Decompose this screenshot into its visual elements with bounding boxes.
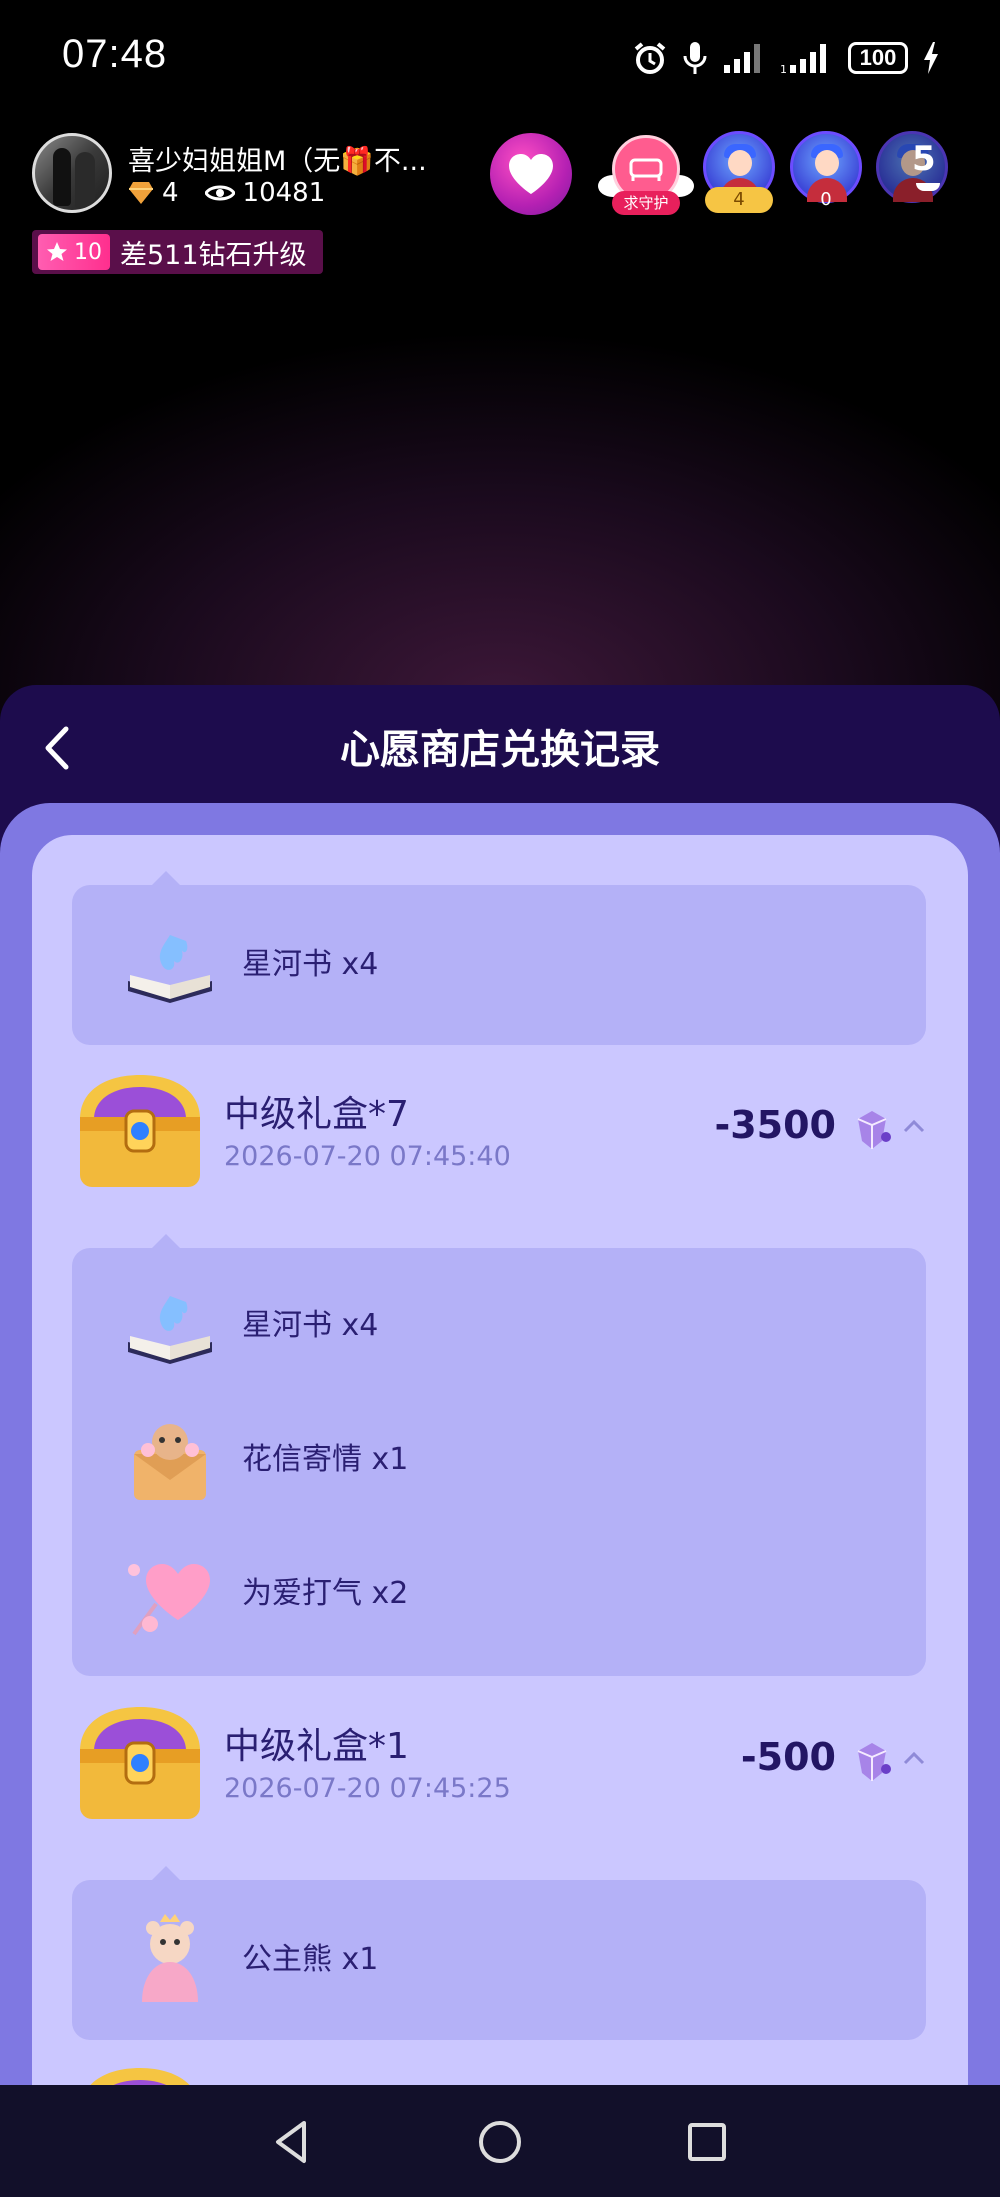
- online-count[interactable]: 5: [912, 139, 936, 179]
- flower-letter-icon: [134, 1424, 206, 1500]
- record-list[interactable]: 星河书 x4 中级礼盒*7 2026-07-20 07:45:40 -3500 …: [32, 835, 968, 2085]
- recent-apps-square-icon[interactable]: [682, 2117, 732, 2167]
- clock: 07:48: [62, 32, 168, 76]
- record-row[interactable]: 中级礼盒*7 2026-07-20 07:45:40 -3500: [72, 1067, 926, 1207]
- upgrade-text: 差511钻石升级: [120, 239, 307, 271]
- host-view-count: 10481: [242, 178, 326, 208]
- level-tag: 10: [38, 234, 110, 270]
- chevron-up-icon[interactable]: [902, 1749, 926, 1767]
- record-amount: -3500: [714, 1103, 836, 1147]
- follow-heart-button[interactable]: [490, 133, 572, 215]
- record-name: 中级礼盒*1: [224, 1726, 409, 1767]
- status-bar: 07:48 1 100: [0, 0, 1000, 115]
- record-date: 2026-07-20 07:45:25: [224, 1773, 511, 1804]
- host-stats: 4 10481: [128, 178, 325, 208]
- record-name: 中级礼盒*7: [224, 1094, 409, 1135]
- item-label: 星河书 x4: [242, 1308, 379, 1343]
- guard-badge[interactable]: 求守护: [598, 135, 694, 221]
- record-panel: 星河书 x4 中级礼盒*7 2026-07-20 07:45:40 -3500 …: [0, 803, 1000, 2085]
- screen: { "status_bar": {"time": "07:48", "batte…: [0, 0, 1000, 2197]
- back-triangle-icon[interactable]: [268, 2117, 318, 2167]
- love-balloon-icon: [128, 1564, 210, 1636]
- star-river-book-icon: [128, 935, 212, 1003]
- item-label: 为爱打气 x2: [242, 1576, 409, 1611]
- record-row[interactable]: 中级礼盒*1 2026-07-20 07:45:25 -500: [72, 1699, 926, 1839]
- gift-chest-icon: [80, 1075, 200, 1187]
- item-label: 花信寄情 x1: [242, 1442, 409, 1477]
- purple-gem-icon: [857, 1111, 891, 1149]
- princess-bear-icon: [142, 1914, 198, 2002]
- gift-chest-icon: [90, 2068, 190, 2085]
- charging-icon: [924, 42, 938, 74]
- system-navigation-bar: [0, 2085, 1000, 2197]
- record-date: 2026-07-20 07:45:40: [224, 1141, 511, 1172]
- viewer-count: 0: [820, 189, 832, 210]
- list-item: 花信寄情 x1: [120, 1410, 820, 1510]
- signal-icon-2: 1: [780, 44, 826, 75]
- item-label: 星河书 x4: [242, 947, 379, 982]
- diamond-icon: [129, 182, 153, 204]
- level-badge[interactable]: 10 差511钻石升级: [32, 230, 323, 274]
- chevron-up-icon[interactable]: [902, 1117, 926, 1135]
- item-label: 公主熊 x1: [242, 1942, 379, 1977]
- sheet-title: 心愿商店兑换记录: [340, 727, 660, 773]
- list-item: 星河书 x4: [120, 915, 820, 1015]
- battery-indicator: 100: [848, 42, 908, 74]
- purple-gem-icon: [857, 1743, 891, 1781]
- gift-chest-icon: [80, 1707, 200, 1819]
- host-diamond-count: 4: [162, 178, 179, 208]
- status-icons: 1 100: [632, 36, 940, 80]
- viewer-count: 4: [705, 187, 773, 213]
- star-river-book-icon: [128, 1296, 212, 1364]
- record-items-panel: 星河书 x4: [72, 871, 926, 1045]
- guard-label: 求守护: [612, 191, 680, 215]
- record-amount: -500: [740, 1735, 836, 1779]
- alarm-icon: [634, 42, 666, 74]
- list-item: 公主熊 x1: [120, 1910, 820, 2010]
- star-icon: [47, 242, 67, 261]
- list-item: 星河书 x4: [120, 1276, 820, 1376]
- home-circle-icon[interactable]: [475, 2117, 525, 2167]
- host-level: 10: [74, 239, 102, 265]
- eye-icon: [204, 185, 235, 201]
- heart-icon: [509, 154, 553, 194]
- svg-text:1: 1: [780, 63, 787, 75]
- exchange-record-sheet: 心愿商店兑换记录 星河书 x4 中级礼盒*7 2026-07-20 07:45:…: [0, 685, 1000, 2085]
- record-items-panel: 星河书 x4 花信寄情 x1 为爱打气 x2: [72, 1234, 926, 1676]
- list-item: 为爱打气 x2: [120, 1544, 820, 1644]
- host-name[interactable]: 喜少妇姐姐M（无🎁不...: [128, 139, 427, 178]
- record-items-panel: 公主熊 x1: [72, 1866, 926, 2040]
- microphone-icon: [683, 42, 707, 74]
- host-avatar[interactable]: [32, 133, 112, 213]
- live-room-header: 喜少妇姐姐M（无🎁不... 4 10481 10 差511钻石升级 求守护 4 …: [0, 125, 1000, 285]
- signal-icon: [724, 44, 760, 73]
